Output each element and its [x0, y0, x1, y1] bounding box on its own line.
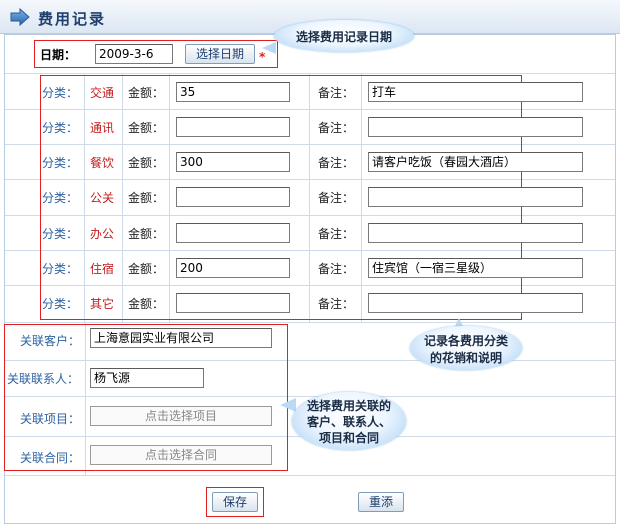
- amount-label: 金额：: [128, 86, 165, 100]
- callout-categories: 记录各费用分类 的花销和说明: [410, 326, 522, 370]
- category-label: 分类：: [42, 156, 79, 170]
- amount-input[interactable]: [176, 293, 290, 313]
- related-contact-input[interactable]: 杨飞源: [90, 368, 204, 388]
- amount-label: 金额：: [128, 227, 165, 241]
- category-name: 住宿: [90, 262, 115, 276]
- category-label: 分类：: [42, 227, 79, 241]
- category-name: 其它: [90, 297, 115, 311]
- page-title: 费用记录: [38, 10, 107, 28]
- category-label: 分类：: [42, 191, 79, 205]
- amount-input[interactable]: 35: [176, 82, 290, 102]
- amount-input[interactable]: [176, 187, 290, 207]
- remark-input[interactable]: 住宾馆（一宿三星级）: [368, 258, 583, 278]
- category-name: 办公: [90, 227, 115, 241]
- remark-input[interactable]: 打车: [368, 82, 583, 102]
- remark-label: 备注：: [318, 191, 355, 205]
- amount-label: 金额：: [128, 262, 165, 276]
- category-label: 分类：: [42, 121, 79, 135]
- callout-related: 选择费用关联的 客户、联系人、 项目和合同: [292, 392, 406, 450]
- remark-label: 备注：: [318, 156, 355, 170]
- save-button[interactable]: 保存: [212, 492, 258, 512]
- related-contract-input[interactable]: 点击选择合同: [90, 445, 272, 465]
- remark-input[interactable]: [368, 117, 583, 137]
- amount-input[interactable]: 300: [176, 152, 290, 172]
- callout-date: 选择费用记录日期: [274, 20, 414, 52]
- amount-label: 金额：: [128, 121, 165, 135]
- callout-related-line1: 选择费用关联的: [306, 399, 391, 413]
- remark-input[interactable]: [368, 187, 583, 207]
- amount-input[interactable]: [176, 223, 290, 243]
- reset-button[interactable]: 重添: [358, 492, 404, 512]
- remark-label: 备注：: [318, 121, 355, 135]
- arrow-right-icon: [10, 8, 30, 26]
- date-label: 日期：: [40, 48, 77, 62]
- amount-input[interactable]: 200: [176, 258, 290, 278]
- amount-label: 金额：: [128, 191, 165, 205]
- remark-input[interactable]: [368, 293, 583, 313]
- amount-input[interactable]: [176, 117, 290, 137]
- category-label: 分类：: [42, 262, 79, 276]
- related-project-input[interactable]: 点击选择项目: [90, 406, 272, 426]
- remark-input[interactable]: [368, 223, 583, 243]
- callout-date-text: 选择费用记录日期: [295, 30, 392, 44]
- related-customer-label: 关联客户：: [20, 334, 81, 348]
- related-customer-input[interactable]: 上海意园实业有限公司: [90, 328, 272, 348]
- category-name: 餐饮: [90, 156, 115, 170]
- select-date-button[interactable]: 选择日期: [185, 44, 255, 64]
- date-input[interactable]: 2009-3-6: [95, 44, 173, 64]
- callout-related-line3: 项目和合同: [318, 431, 379, 445]
- category-name: 公关: [90, 191, 115, 205]
- related-contact-label: 关联联系人：: [7, 372, 80, 386]
- callout-related-line2: 客户、联系人、: [306, 415, 391, 429]
- remark-label: 备注：: [318, 86, 355, 100]
- amount-label: 金额：: [128, 297, 165, 311]
- category-name: 通讯: [90, 121, 115, 135]
- callout-categories-line1: 记录各费用分类: [423, 334, 508, 348]
- category-label: 分类：: [42, 297, 79, 311]
- category-name: 交通: [90, 86, 115, 100]
- related-project-label: 关联项目：: [20, 412, 81, 426]
- related-contract-label: 关联合同：: [20, 451, 81, 465]
- amount-label: 金额：: [128, 156, 165, 170]
- remark-label: 备注：: [318, 262, 355, 276]
- remark-label: 备注：: [318, 297, 355, 311]
- callout-categories-line2: 的花销和说明: [429, 351, 502, 365]
- remark-label: 备注：: [318, 227, 355, 241]
- remark-input[interactable]: 请客户吃饭（春园大酒店）: [368, 152, 583, 172]
- category-label: 分类：: [42, 86, 79, 100]
